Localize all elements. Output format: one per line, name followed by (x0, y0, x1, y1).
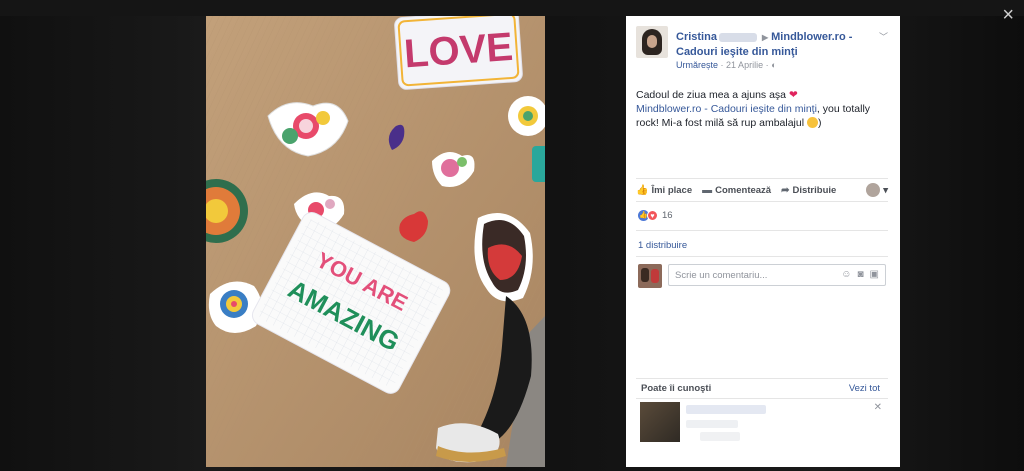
globe-icon: ◐ (771, 60, 777, 70)
arrow-right-icon: ▶ (761, 33, 769, 42)
suggested-person-avatar[interactable] (640, 402, 680, 442)
close-icon[interactable]: ✕ (874, 402, 882, 413)
post-panel: Cristina ▶ Mindblower.ro - Cadouri ieşite … (626, 16, 900, 467)
like-label: Îmi place (651, 184, 693, 196)
share-label: Distribuie (792, 184, 837, 196)
sticker-icon[interactable]: ▣ (870, 269, 879, 280)
like-icon: 👍 (636, 184, 649, 196)
camera-icon[interactable]: ◙ (858, 269, 864, 280)
caret-down-icon[interactable]: ﹀ (879, 30, 888, 43)
page-name-continued[interactable]: Cadouri ieşite din minţi (676, 46, 798, 58)
comment-button[interactable]: ▬ Comentează (702, 185, 771, 196)
divider (636, 378, 888, 379)
close-icon[interactable]: × (1002, 5, 1014, 25)
smile-emoji-icon (806, 117, 818, 128)
commenter-avatar (638, 264, 662, 288)
emoji-icon[interactable]: ☺ (841, 269, 851, 280)
reaction-count: 16 (662, 210, 673, 221)
comment-placeholder: Scrie un comentariu... (675, 270, 768, 281)
author-surname-blurred (718, 32, 757, 42)
suggested-person-name-blurred[interactable] (686, 405, 766, 414)
reactions-summary[interactable]: 👍 ♥ 16 (638, 210, 673, 221)
svg-text:LOVE: LOVE (403, 25, 515, 76)
comment-tools: ☺ ◙ ▣ (841, 269, 879, 280)
page-name[interactable]: Mindblower.ro - (771, 31, 852, 43)
post-actions: 👍 Îmi place ▬ Comentează ➦ Distribuie ▾ (636, 178, 888, 202)
text-line-3: rock! Mi-a fost milă să rup ambalajul (636, 117, 805, 129)
text-after-link: , you totally (816, 103, 871, 115)
meta-dot: · (720, 60, 724, 70)
text-end: ) (817, 117, 822, 129)
post-date[interactable]: 21 Aprilie (726, 60, 763, 70)
see-all-link[interactable]: Vezi tot (849, 383, 880, 394)
divider (636, 230, 888, 231)
author-avatar[interactable] (636, 26, 668, 58)
post-meta: Urmărește · 21 Aprilie · ◐ (676, 60, 777, 70)
post-text: Cadoul de ziua mea a ajuns aşa ❤ Mindblo… (636, 88, 888, 130)
share-icon: ➦ (781, 184, 790, 196)
add-friend-button-blurred[interactable] (700, 432, 740, 441)
love-reaction-icon: ♥ (647, 210, 658, 221)
follow-link[interactable]: Urmărește (676, 60, 718, 70)
shares-link[interactable]: 1 distribuire (638, 240, 687, 251)
stickers-photo: LOVE YOU ARE AMAZING (206, 16, 545, 467)
comment-label: Comentează (715, 184, 772, 196)
divider (636, 398, 888, 399)
post-author-line: Cristina ▶ Mindblower.ro - Cadouri ieşite … (676, 30, 866, 59)
post-header: Cristina ▶ Mindblower.ro - Cadouri ieşite … (636, 26, 892, 74)
suggested-person-info-blurred (686, 420, 738, 428)
comment-input[interactable]: Scrie un comentariu... ☺ ◙ ▣ (668, 264, 886, 286)
divider (636, 256, 888, 257)
mini-avatar (866, 183, 881, 197)
suggested-person[interactable]: ✕ (640, 402, 886, 446)
author-name[interactable]: Cristina (676, 31, 717, 43)
heart-emoji-icon: ❤ (788, 89, 798, 101)
pymk-title: Poate îi cunoşti (641, 383, 712, 394)
post-photo[interactable]: LOVE YOU ARE AMAZING (206, 16, 545, 467)
page-mention-link[interactable]: Mindblower.ro - Cadouri ieşite din minţi (636, 103, 817, 115)
share-button[interactable]: ➦ Distribuie (781, 185, 836, 196)
comment-composer: Scrie un comentariu... ☺ ◙ ▣ (638, 264, 888, 288)
like-button[interactable]: 👍 Îmi place (636, 185, 692, 196)
text-line-1: Cadoul de ziua mea a ajuns aşa (636, 89, 787, 101)
comment-icon: ▬ (702, 184, 713, 196)
meta-dot-2: · (765, 60, 769, 70)
post-as-selector[interactable]: ▾ (866, 183, 888, 197)
caret-down-icon: ▾ (883, 184, 888, 196)
